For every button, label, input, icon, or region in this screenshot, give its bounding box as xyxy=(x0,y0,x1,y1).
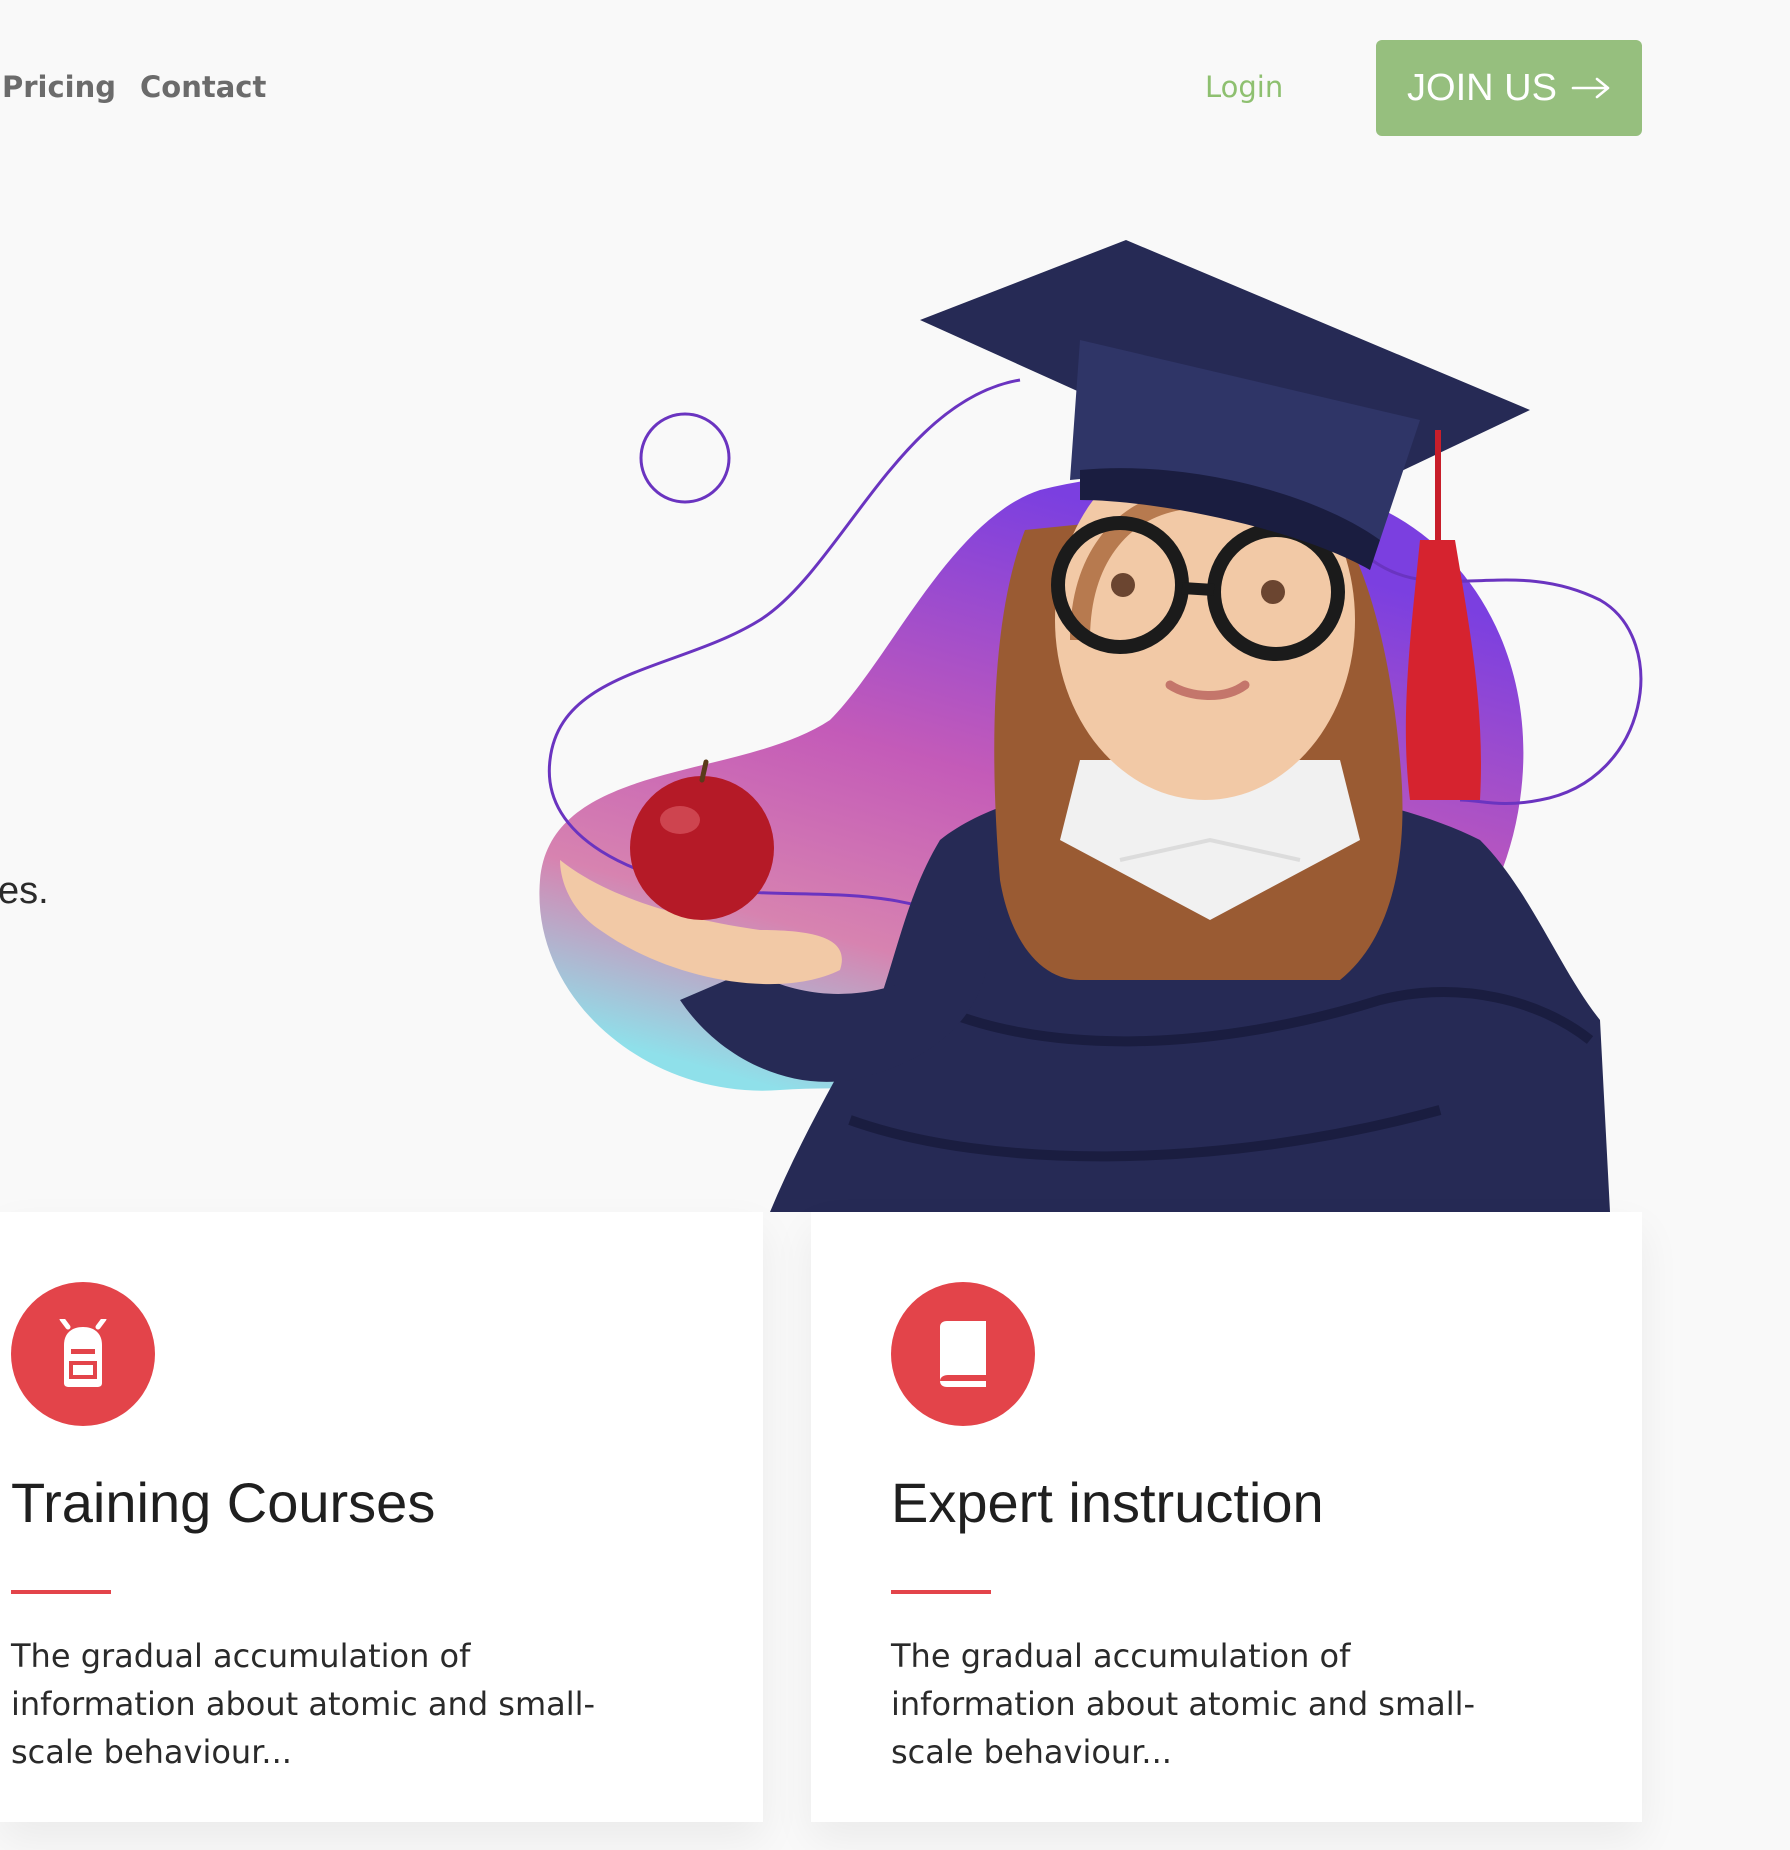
hero-illustration xyxy=(539,240,1643,1212)
feature-description: The gradual accumulation of information … xyxy=(11,1637,596,1771)
feature-title: Training Courses xyxy=(11,1471,436,1534)
book-icon xyxy=(891,1282,1035,1426)
feature-description: The gradual accumulation of information … xyxy=(891,1637,1476,1771)
red-apple xyxy=(630,776,774,920)
arrow-right-icon xyxy=(1571,77,1610,99)
backpack-icon xyxy=(11,1282,155,1426)
nav-link-contact[interactable]: Contact xyxy=(140,70,266,104)
join-us-button[interactable]: JOIN US xyxy=(1376,40,1642,136)
login-link[interactable]: Login xyxy=(1205,70,1283,104)
feature-title: Expert instruction xyxy=(891,1471,1324,1534)
feature-divider xyxy=(11,1590,111,1594)
nav-link-pricing[interactable]: Pricing xyxy=(2,70,116,104)
decorative-circle xyxy=(639,412,731,504)
hero-description: es. xyxy=(0,870,49,912)
feature-card-training-courses: Training Courses The gradual accumulatio… xyxy=(0,1212,763,1822)
red-tassel xyxy=(1405,540,1481,800)
join-us-label: JOIN US xyxy=(1407,66,1557,109)
feature-card-expert-instruction: Expert instruction The gradual accumulat… xyxy=(811,1212,1642,1822)
feature-divider xyxy=(891,1590,991,1594)
